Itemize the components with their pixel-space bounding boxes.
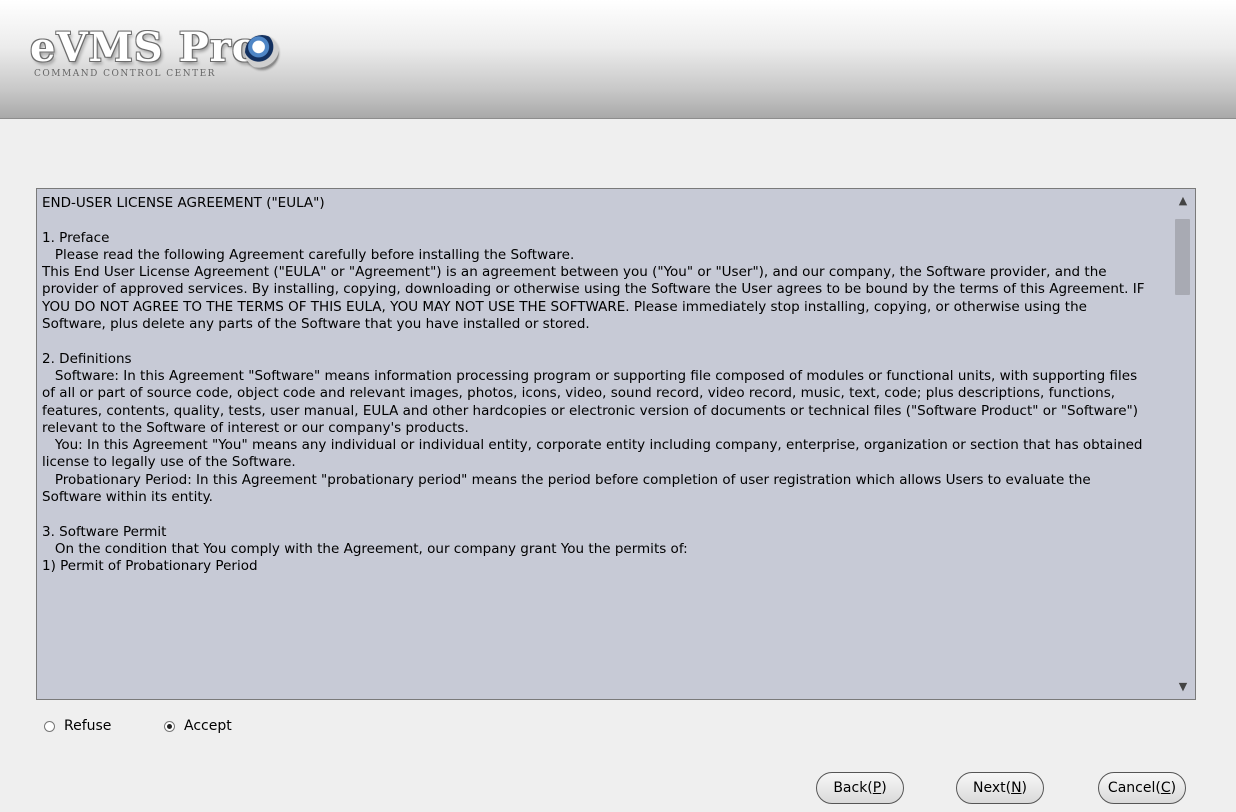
- refuse-radio-icon[interactable]: [44, 720, 55, 732]
- refuse-label: Refuse: [64, 718, 112, 734]
- logo-subtitle: COMMAND CONTROL CENTER: [34, 69, 216, 79]
- cancel-button[interactable]: Cancel(C): [1098, 772, 1186, 804]
- accept-radio[interactable]: Accept: [164, 718, 232, 734]
- next-button[interactable]: Next(N): [956, 772, 1044, 804]
- accept-radio-icon[interactable]: [164, 720, 175, 732]
- eula-textbox[interactable]: END-USER LICENSE AGREEMENT ("EULA") 1. P…: [36, 188, 1196, 700]
- eula-text: END-USER LICENSE AGREEMENT ("EULA") 1. P…: [42, 195, 1145, 575]
- eula-scrollbar[interactable]: ▲ ▼: [1171, 189, 1195, 699]
- eye-lens-icon: [245, 35, 279, 69]
- header-banner: eVMS Pro COMMAND CONTROL CENTER: [0, 0, 1236, 119]
- accept-label: Accept: [184, 718, 232, 734]
- scroll-down-arrow-icon[interactable]: ▼: [1171, 677, 1195, 697]
- scroll-up-arrow-icon[interactable]: ▲: [1171, 191, 1195, 211]
- refuse-radio[interactable]: Refuse: [44, 718, 111, 734]
- scroll-thumb[interactable]: [1175, 219, 1190, 295]
- logo-text: eVMS Pro: [30, 24, 260, 71]
- app-logo: eVMS Pro COMMAND CONTROL CENTER: [30, 25, 300, 85]
- back-button[interactable]: Back(P): [816, 772, 904, 804]
